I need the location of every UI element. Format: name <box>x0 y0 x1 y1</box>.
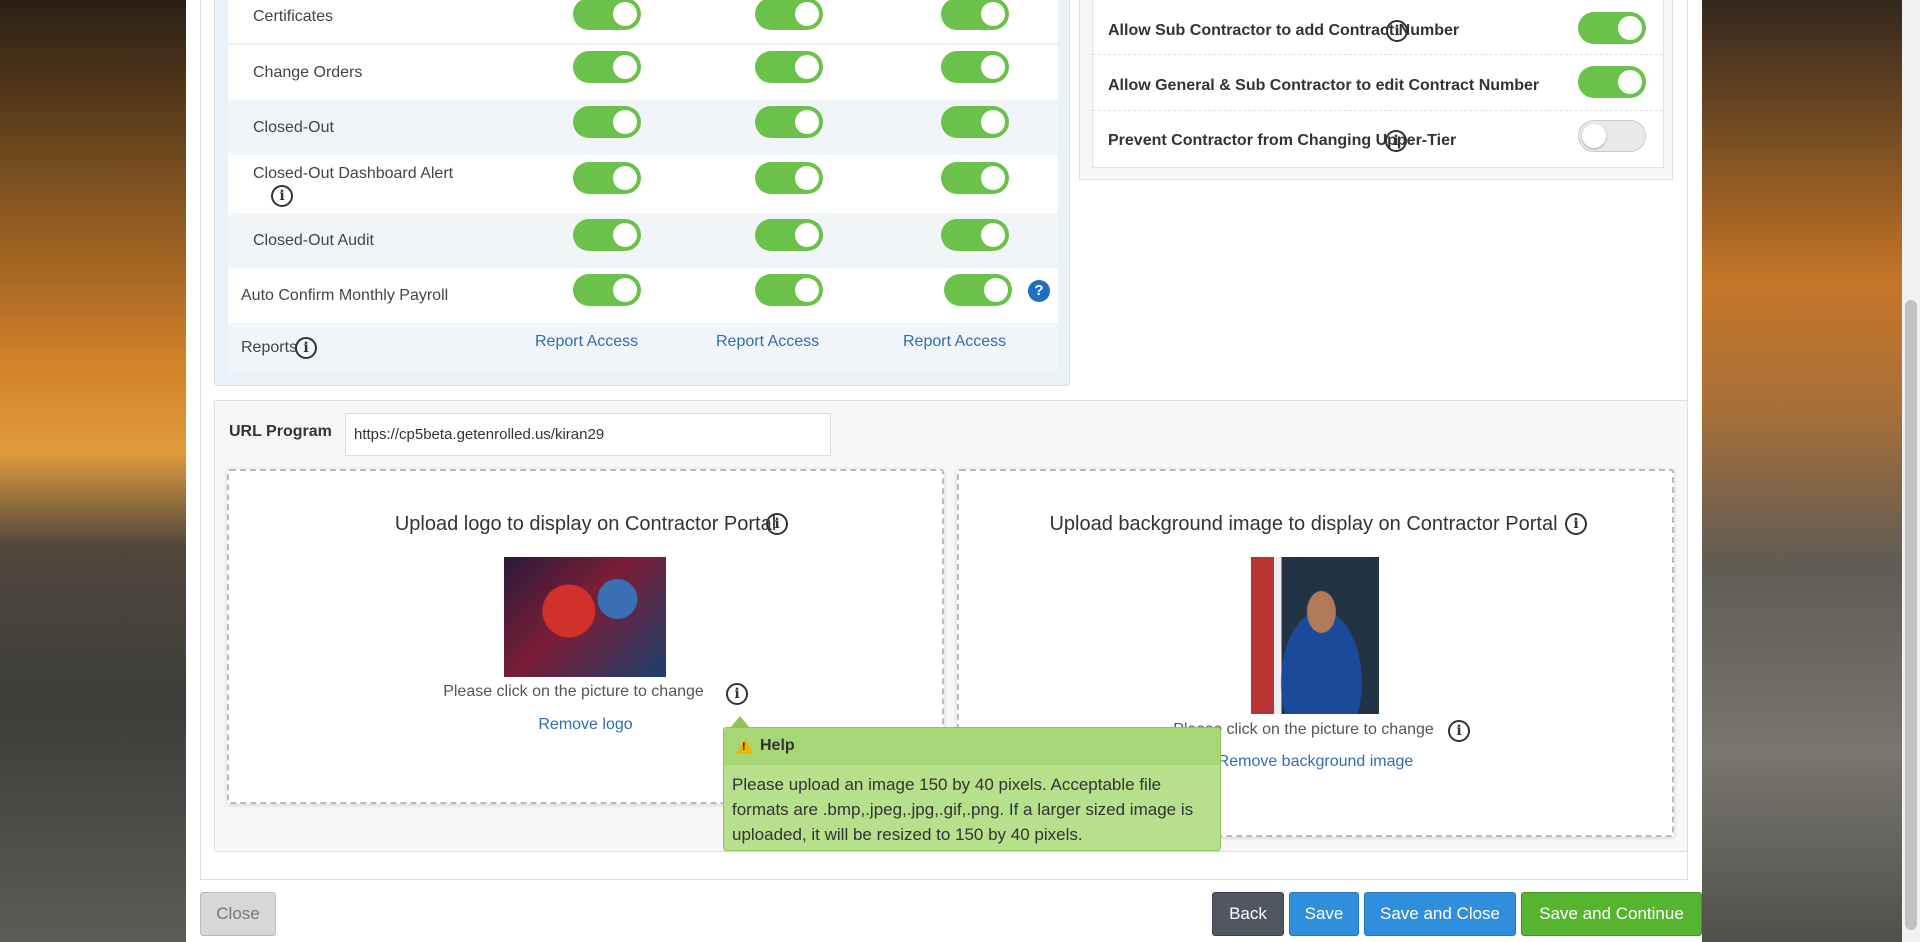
info-icon[interactable]: i <box>1386 20 1408 42</box>
row-label-reports: Reports <box>241 339 298 356</box>
upload-background-title: Upload background image to display on Co… <box>1049 513 1558 535</box>
back-button[interactable]: Back <box>1212 892 1284 936</box>
toggle-closed-out-col2[interactable] <box>755 106 823 138</box>
tooltip-header: ! Help <box>724 728 1220 765</box>
toggle-edit-contract[interactable] <box>1578 66 1646 98</box>
background-image[interactable] <box>1251 557 1379 714</box>
table-row: Closed-Out Audit <box>228 213 1058 268</box>
url-program-label: URL Program <box>229 423 332 440</box>
toggle-certificates-col2[interactable] <box>755 0 823 30</box>
logo-change-note: Please click on the picture to change <box>443 683 704 700</box>
tooltip-body: Please upload an image 150 by 40 pixels.… <box>732 775 1194 844</box>
toggle-closed-out-col3[interactable] <box>941 106 1009 138</box>
permissions-table: Certificates Change Orders Closed-Out Cl… <box>214 0 1070 386</box>
toggle-dashboard-alert-col3[interactable] <box>941 162 1009 194</box>
setting-row: Allow General & Sub Contractor to edit C… <box>1093 56 1663 111</box>
table-row: Auto Confirm Monthly Payroll ? <box>228 268 1058 323</box>
table-row: Reports i Report Access Report Access Re… <box>228 323 1058 373</box>
contract-settings-box: Allow Sub Contractor to add Contract Num… <box>1079 0 1673 180</box>
scrollbar-thumb[interactable] <box>1905 300 1917 930</box>
info-icon[interactable]: i <box>271 185 293 207</box>
toggle-auto-confirm-col2[interactable] <box>755 274 823 306</box>
save-and-continue-button[interactable]: Save and Continue <box>1521 892 1702 936</box>
help-question-icon[interactable]: ? <box>1028 280 1050 302</box>
toggle-sub-add-contract[interactable] <box>1578 12 1646 44</box>
toggle-prevent-upper-tier[interactable] <box>1578 120 1646 152</box>
row-label-closed-out-audit: Closed-Out Audit <box>253 232 374 249</box>
toggle-audit-col3[interactable] <box>941 219 1009 251</box>
save-button[interactable]: Save <box>1289 892 1359 936</box>
page-scrollbar[interactable] <box>1902 0 1920 942</box>
report-access-link-col1[interactable]: Report Access <box>535 333 638 351</box>
table-row: Change Orders <box>228 45 1058 100</box>
table-row: Certificates <box>228 0 1058 43</box>
setting-row: Allow Sub Contractor to add Contract Num… <box>1093 0 1663 55</box>
row-label-closed-out-dashboard-alert: Closed-Out Dashboard Alert <box>253 165 454 182</box>
row-label-certificates: Certificates <box>253 8 334 25</box>
row-label-change-orders: Change Orders <box>253 64 363 81</box>
report-access-link-col3[interactable]: Report Access <box>903 333 1006 351</box>
info-icon[interactable]: i <box>1565 513 1587 535</box>
help-tooltip: ! Help Please upload an image 150 by 40 … <box>723 716 1221 851</box>
toggle-certificates-col3[interactable] <box>941 0 1009 30</box>
info-icon[interactable]: i <box>726 683 748 705</box>
background-photo-right <box>1702 0 1902 942</box>
toggle-audit-col1[interactable] <box>573 219 641 251</box>
close-button[interactable]: Close <box>200 892 276 936</box>
toggle-change-orders-col1[interactable] <box>573 51 641 83</box>
info-icon[interactable]: i <box>766 513 788 535</box>
toggle-dashboard-alert-col1[interactable] <box>573 162 641 194</box>
url-program-input[interactable] <box>345 413 831 456</box>
table-row: Closed-Out Dashboard Alert i <box>228 155 1058 213</box>
logo-image[interactable] <box>504 557 666 677</box>
info-icon[interactable]: i <box>1385 130 1407 152</box>
toggle-change-orders-col3[interactable] <box>941 51 1009 83</box>
toggle-certificates-col1[interactable] <box>573 0 641 30</box>
contract-settings-list: Allow Sub Contractor to add Contract Num… <box>1092 0 1664 168</box>
upload-logo-title: Upload logo to display on Contractor Por… <box>394 513 777 535</box>
tooltip-title: Help <box>760 737 795 754</box>
warning-icon: ! <box>736 738 754 754</box>
toggle-dashboard-alert-col2[interactable] <box>755 162 823 194</box>
info-icon[interactable]: i <box>295 337 317 359</box>
setting-label-edit-contract: Allow General & Sub Contractor to edit C… <box>1108 77 1540 94</box>
info-icon[interactable]: i <box>1448 720 1470 742</box>
toggle-audit-col2[interactable] <box>755 219 823 251</box>
toggle-change-orders-col2[interactable] <box>755 51 823 83</box>
report-access-link-col2[interactable]: Report Access <box>716 333 819 351</box>
row-label-closed-out: Closed-Out <box>253 119 334 136</box>
table-row: Closed-Out <box>228 100 1058 155</box>
save-and-close-button[interactable]: Save and Close <box>1364 892 1516 936</box>
setting-row: Prevent Contractor from Changing Upper-T… <box>1093 112 1663 167</box>
toggle-closed-out-col1[interactable] <box>573 106 641 138</box>
toggle-auto-confirm-col3[interactable] <box>944 274 1012 306</box>
toggle-auto-confirm-col1[interactable] <box>573 274 641 306</box>
row-label-auto-confirm-payroll: Auto Confirm Monthly Payroll <box>241 287 449 304</box>
background-photo-left <box>0 0 186 942</box>
